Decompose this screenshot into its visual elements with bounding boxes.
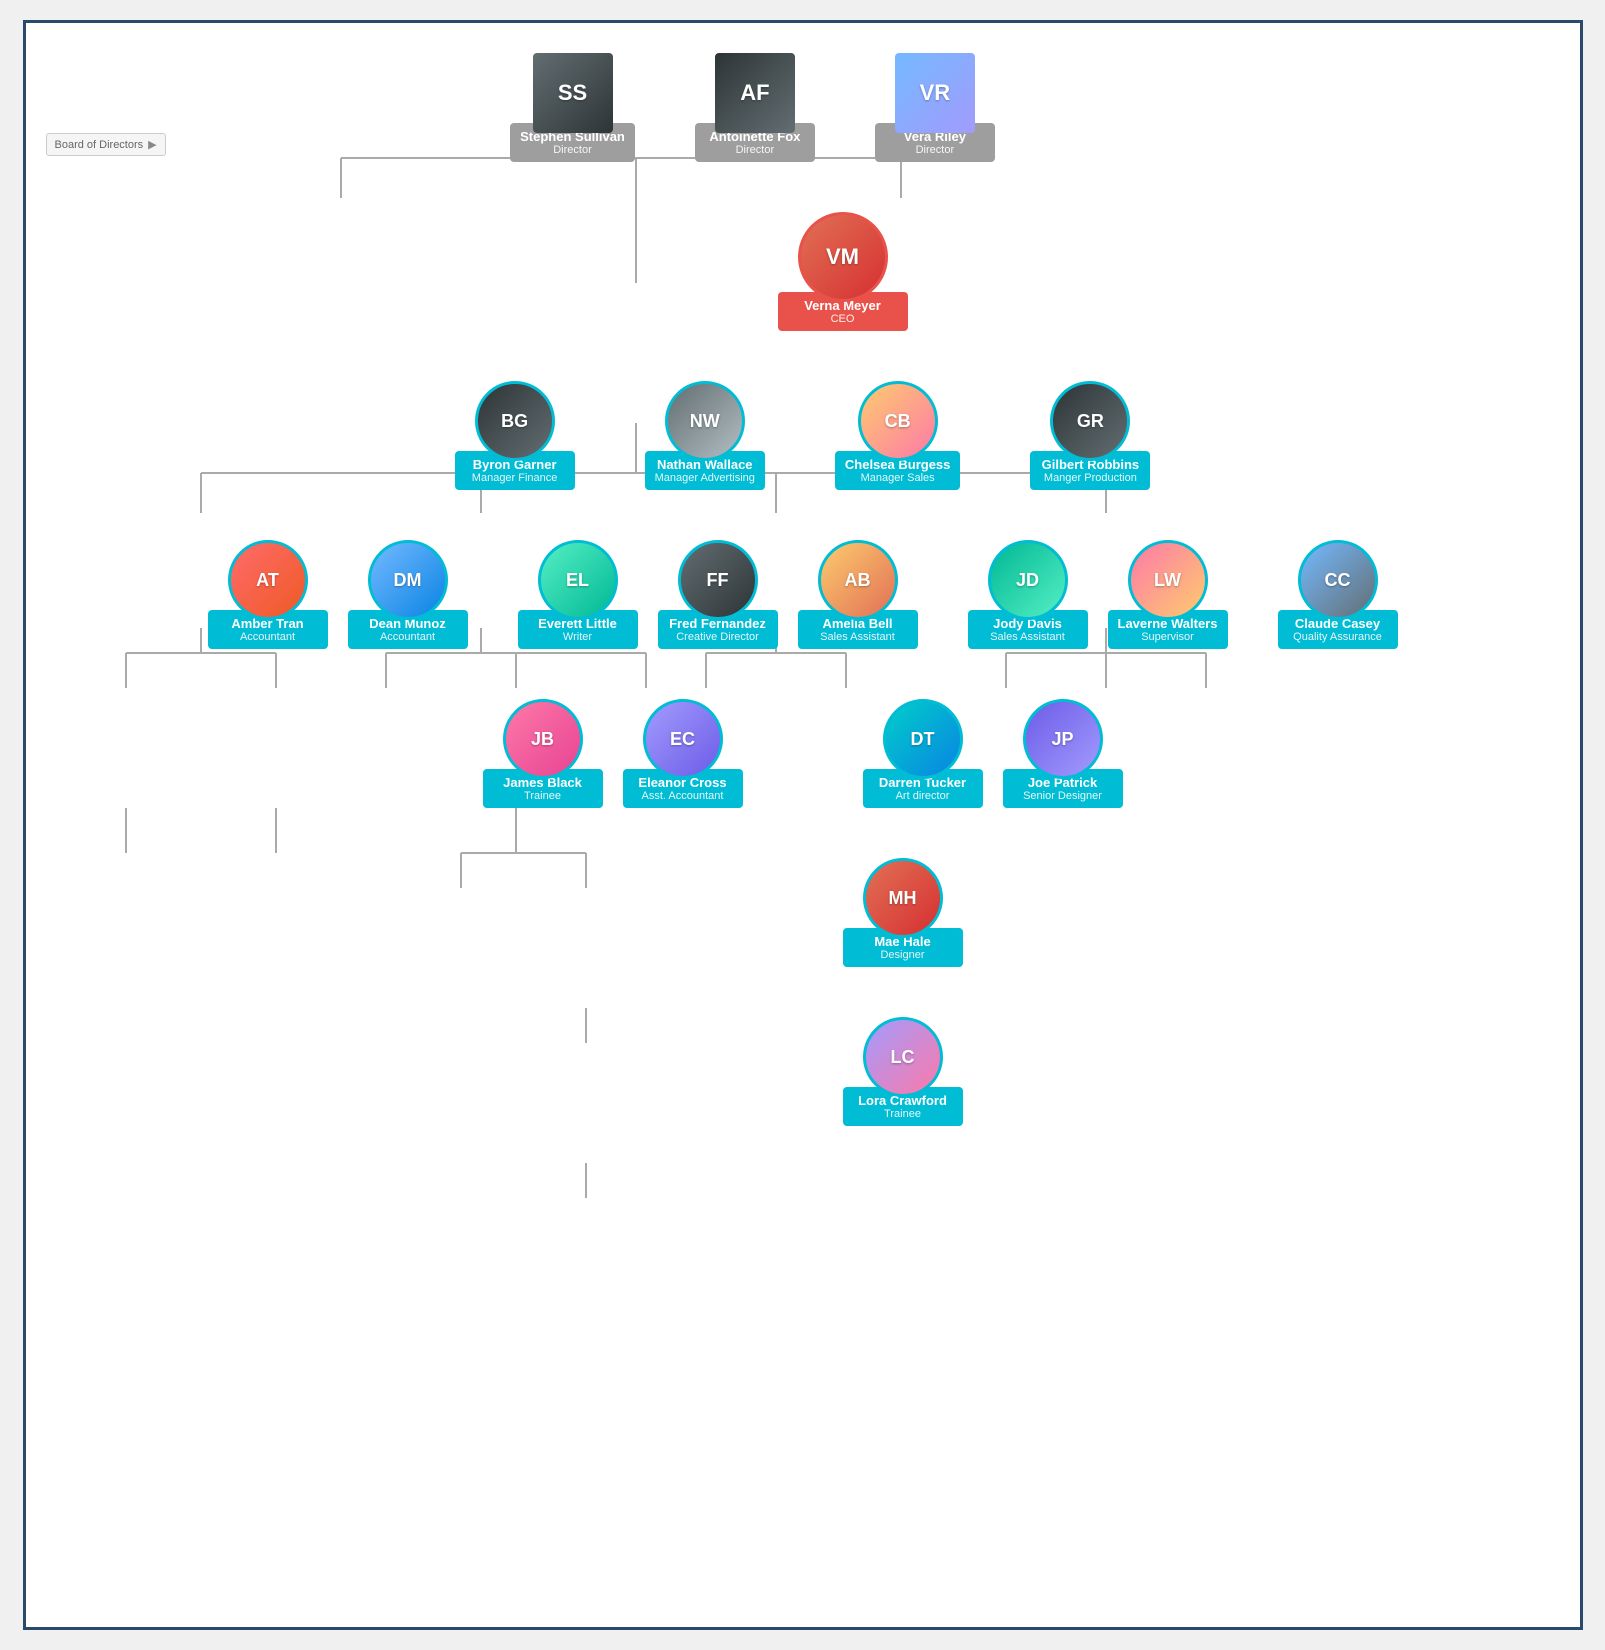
initials-amelia: AB: [845, 570, 871, 591]
avatar-claude: CC: [1298, 540, 1378, 620]
title-stephen: Director: [520, 144, 625, 156]
avatar-byron: BG: [475, 381, 555, 461]
title-gilbert: Manger Production: [1040, 472, 1140, 484]
staff-row: AT Amber Tran Accountant DM Dean Munoz A…: [46, 540, 1560, 649]
mae-row: MH Mae Hale Designer: [146, 858, 1583, 967]
initials-jody: JD: [1016, 570, 1039, 591]
title-claude: Quality Assurance: [1288, 631, 1388, 643]
managers-row: BG Byron Garner Manager Finance NW Natha…: [46, 381, 1560, 490]
avatar-chelsea: CB: [858, 381, 938, 461]
title-vera: Director: [885, 144, 985, 156]
initials-lora: LC: [891, 1047, 915, 1068]
person-nathan: NW Nathan Wallace Manager Advertising: [645, 381, 765, 490]
avatar-vera: VR: [895, 53, 975, 133]
title-chelsea: Manager Sales: [845, 472, 951, 484]
title-everett: Writer: [528, 631, 628, 643]
person-everett: EL Everett Little Writer: [518, 540, 638, 649]
org-chart: SS Stephen Sullivan Director AF Antoinet…: [46, 53, 1560, 1126]
avatar-jody: JD: [988, 540, 1068, 620]
initials-james: JB: [531, 729, 554, 750]
person-vera: VR Vera Riley Director: [875, 53, 995, 162]
avatar-laverne: LW: [1128, 540, 1208, 620]
title-amber: Accountant: [218, 631, 318, 643]
avatar-lora: LC: [863, 1017, 943, 1097]
initials-darren: DT: [911, 729, 935, 750]
person-mae: MH Mae Hale Designer: [843, 858, 963, 967]
person-dean: DM Dean Munoz Accountant: [348, 540, 468, 649]
person-byron: BG Byron Garner Manager Finance: [455, 381, 575, 490]
initials-laverne: LW: [1154, 570, 1181, 591]
person-laverne: LW Laverne Walters Supervisor: [1108, 540, 1228, 649]
initials-joe: JP: [1051, 729, 1073, 750]
person-antoinette: AF Antoinette Fox Director: [695, 53, 815, 162]
title-mae: Designer: [853, 949, 953, 961]
initials-verna: VM: [826, 244, 859, 270]
title-joe: Senior Designer: [1013, 790, 1113, 802]
title-jody: Sales Assistant: [978, 631, 1078, 643]
avatar-dean: DM: [368, 540, 448, 620]
avatar-antoinette: AF: [715, 53, 795, 133]
person-amber: AT Amber Tran Accountant: [208, 540, 328, 649]
initials-vera: VR: [920, 80, 951, 106]
title-nathan: Manager Advertising: [655, 472, 755, 484]
title-verna: CEO: [788, 313, 898, 325]
person-jody: JD Jody Davis Sales Assistant: [968, 540, 1088, 649]
initials-antoinette: AF: [740, 80, 769, 106]
avatar-stephen: SS: [533, 53, 613, 133]
initials-everett: EL: [566, 570, 589, 591]
avatar-everett: EL: [538, 540, 618, 620]
initials-amber: AT: [256, 570, 279, 591]
initials-claude: CC: [1325, 570, 1351, 591]
title-darren: Art director: [873, 790, 973, 802]
avatar-james: JB: [503, 699, 583, 779]
person-james: JB James Black Trainee: [483, 699, 603, 808]
initials-dean: DM: [394, 570, 422, 591]
avatar-verna: VM: [798, 212, 888, 302]
initials-chelsea: CB: [885, 411, 911, 432]
lora-row: LC Lora Crawford Trainee: [146, 1017, 1583, 1126]
person-chelsea: CB Chelsea Burgess Manager Sales: [835, 381, 961, 490]
person-lora: LC Lora Crawford Trainee: [843, 1017, 963, 1126]
title-eleanor: Asst. Accountant: [633, 790, 733, 802]
avatar-amelia: AB: [818, 540, 898, 620]
title-antoinette: Director: [705, 144, 805, 156]
person-fred: FF Fred Fernandez Creative Director: [658, 540, 778, 649]
avatar-darren: DT: [883, 699, 963, 779]
initials-fred: FF: [707, 570, 729, 591]
substaff-row: JB James Black Trainee EC Eleanor Cross …: [46, 699, 1560, 808]
initials-byron: BG: [501, 411, 528, 432]
title-laverne: Supervisor: [1118, 631, 1218, 643]
avatar-eleanor: EC: [643, 699, 723, 779]
person-eleanor: EC Eleanor Cross Asst. Accountant: [623, 699, 743, 808]
directors-row: SS Stephen Sullivan Director AF Antoinet…: [23, 53, 1510, 162]
avatar-nathan: NW: [665, 381, 745, 461]
initials-stephen: SS: [558, 80, 587, 106]
avatar-amber: AT: [228, 540, 308, 620]
title-dean: Accountant: [358, 631, 458, 643]
chart-container: Board of Directors: [23, 20, 1583, 1630]
person-joe: JP Joe Patrick Senior Designer: [1003, 699, 1123, 808]
person-verna: VM Verna Meyer CEO: [778, 212, 908, 331]
title-amelia: Sales Assistant: [808, 631, 908, 643]
person-stephen: SS Stephen Sullivan Director: [510, 53, 635, 162]
initials-nathan: NW: [690, 411, 720, 432]
title-lora: Trainee: [853, 1108, 953, 1120]
initials-gilbert: GR: [1077, 411, 1104, 432]
person-gilbert: GR Gilbert Robbins Manger Production: [1030, 381, 1150, 490]
avatar-joe: JP: [1023, 699, 1103, 779]
title-byron: Manager Finance: [465, 472, 565, 484]
avatar-gilbert: GR: [1050, 381, 1130, 461]
person-amelia: AB Amelia Bell Sales Assistant: [798, 540, 918, 649]
avatar-mae: MH: [863, 858, 943, 938]
person-claude: CC Claude Casey Quality Assurance: [1278, 540, 1398, 649]
initials-mae: MH: [889, 888, 917, 909]
ceo-row: VM Verna Meyer CEO: [763, 212, 923, 331]
title-james: Trainee: [493, 790, 593, 802]
avatar-fred: FF: [678, 540, 758, 620]
title-fred: Creative Director: [668, 631, 768, 643]
initials-eleanor: EC: [670, 729, 695, 750]
person-darren: DT Darren Tucker Art director: [863, 699, 983, 808]
